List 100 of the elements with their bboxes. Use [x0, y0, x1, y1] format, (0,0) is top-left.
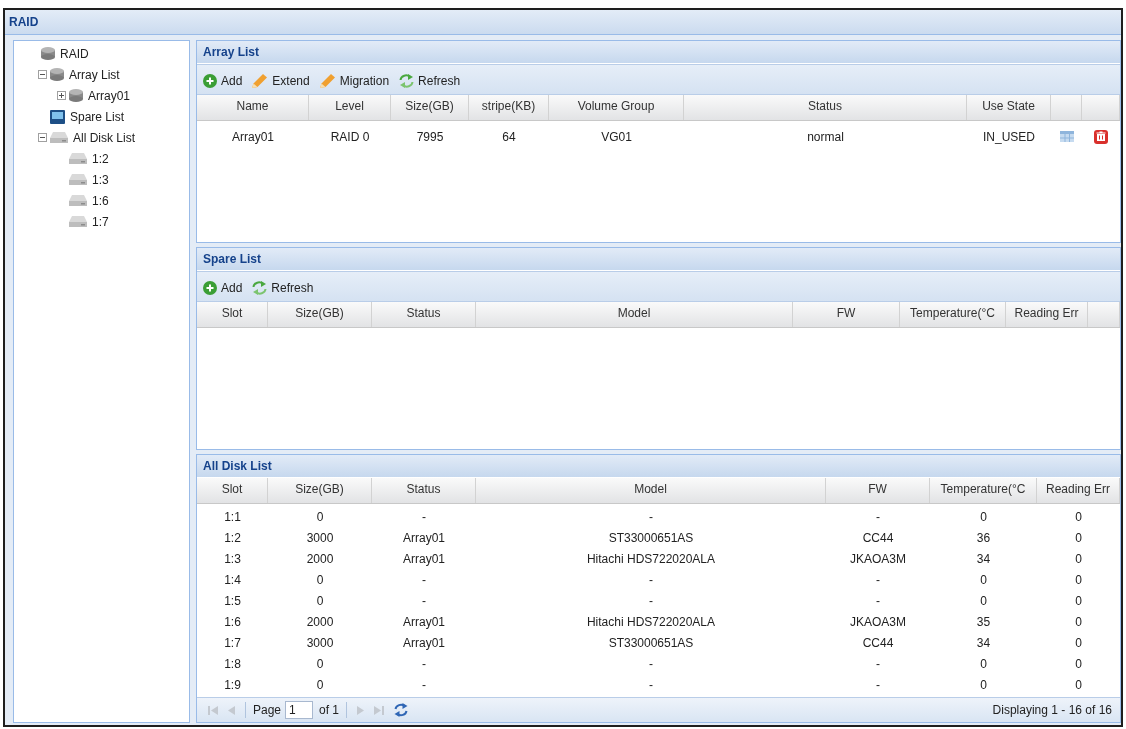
table-cell-text: 0 — [979, 592, 988, 610]
drive-icon — [69, 153, 87, 164]
table-cell-text: IN_USED — [982, 128, 1036, 146]
table-cell-text: - — [421, 508, 427, 526]
database-icon — [50, 68, 64, 81]
table-cell-text: JKAOA3M — [849, 613, 907, 631]
toolbar-button[interactable]: Migration — [319, 71, 390, 90]
tree-item[interactable]: 1:2 — [92, 149, 109, 168]
column-header[interactable]: stripe(KB) — [469, 95, 549, 120]
table-cell-text: CC44 — [861, 529, 895, 547]
drive-icon — [50, 132, 68, 143]
table-cell-text: - — [875, 571, 881, 589]
column-header[interactable]: FW — [793, 302, 900, 327]
drive-icon — [69, 216, 87, 227]
table-cell-text: 0 — [315, 508, 325, 526]
column-header[interactable]: Size(GB) — [268, 302, 372, 327]
table-cell-text: - — [648, 676, 654, 694]
tree-toggle-icon[interactable] — [38, 133, 47, 142]
table-cell-text: 0 — [315, 592, 325, 610]
table-cell-text: Array01 — [402, 634, 446, 652]
table-cell-text: normal — [806, 128, 845, 146]
table-cell-text: 34 — [975, 634, 992, 652]
table-cell-text: 1:9 — [223, 676, 242, 694]
table-cell-text: - — [648, 655, 654, 673]
table-cell-text: - — [875, 676, 881, 694]
column-header[interactable]: FW — [826, 478, 930, 503]
table-cell-text: 1:2 — [223, 529, 242, 547]
refresh-icon — [252, 280, 268, 295]
column-header[interactable]: Slot — [197, 302, 268, 327]
column-header[interactable]: Model — [476, 478, 826, 503]
table-cell-text: 0 — [315, 571, 325, 589]
column-header[interactable]: Name — [197, 95, 309, 120]
database-icon — [41, 47, 55, 60]
tree-toggle-icon[interactable] — [57, 91, 66, 100]
tree-item[interactable]: 1:3 — [92, 170, 109, 189]
table-cell-text: - — [421, 655, 427, 673]
column-header[interactable]: Volume Group — [549, 95, 684, 120]
column-header[interactable]: Model — [476, 302, 793, 327]
table-cell-text: 1:4 — [223, 571, 242, 589]
table-cell-text: - — [421, 571, 427, 589]
tree-item[interactable]: 1:6 — [92, 191, 109, 210]
tree-item[interactable]: Array01 — [88, 86, 131, 105]
table-cell-text: 35 — [975, 613, 992, 631]
column-header[interactable]: Temperature(°C — [930, 478, 1037, 503]
column-header[interactable]: Temperature(°C — [900, 302, 1006, 327]
table-cell-text: 64 — [501, 128, 517, 146]
table-cell-text: 0 — [1074, 634, 1083, 652]
caret-left-icon — [228, 705, 235, 715]
table-cell-text: 0 — [979, 571, 988, 589]
toolbar-button[interactable]: Add — [203, 71, 243, 90]
page-input[interactable]: 1 — [285, 701, 314, 719]
toolbar-button[interactable]: Refresh — [399, 71, 461, 90]
tree-item[interactable]: 1:7 — [92, 212, 109, 231]
table-cell-text: 3000 — [305, 634, 335, 652]
table-cell-text: - — [421, 592, 427, 610]
table-cell-text: 2000 — [305, 613, 335, 631]
column-header[interactable]: Size(GB) — [268, 478, 372, 503]
column-header[interactable]: Status — [372, 478, 476, 503]
column-header[interactable]: Reading Err — [1037, 478, 1120, 503]
add-icon — [203, 280, 217, 295]
table-cell-text: Array01 — [402, 613, 446, 631]
table-cell-text: 0 — [1074, 508, 1083, 526]
drive-icon — [69, 174, 87, 185]
skip-forward-icon — [374, 705, 385, 715]
table-cell-text: 0 — [1074, 655, 1083, 673]
page-label: Page — [253, 702, 282, 719]
toolbar-button[interactable]: Extend — [252, 71, 310, 90]
tree-item[interactable]: All Disk List — [73, 128, 135, 147]
column-header[interactable]: Slot — [197, 478, 268, 503]
toolbar-button[interactable]: Refresh — [252, 278, 314, 297]
column-header[interactable]: Status — [684, 95, 967, 120]
table-cell-text: - — [875, 592, 881, 610]
table-cell-text: RAID 0 — [329, 128, 371, 146]
tree-item[interactable]: Spare List — [70, 107, 125, 126]
tree-item[interactable]: Array List — [69, 65, 120, 84]
table-cell-text: 1:3 — [223, 550, 242, 568]
monitor-icon — [50, 109, 65, 124]
table-cell-text: 0 — [1074, 571, 1083, 589]
column-header[interactable]: Reading Err — [1006, 302, 1088, 327]
table-cell-text: ST33000651AS — [607, 529, 695, 547]
column-header[interactable]: Status — [372, 302, 476, 327]
column-header[interactable]: Size(GB) — [391, 95, 469, 120]
table-cell-text: VG01 — [600, 128, 633, 146]
refresh-icon — [394, 703, 409, 717]
column-header[interactable]: Use State — [967, 95, 1051, 120]
toolbar-button[interactable]: Add — [203, 278, 243, 297]
table-cell-text: - — [421, 676, 427, 694]
table-cell-text: Array01 — [402, 550, 446, 568]
tree-item[interactable]: RAID — [60, 44, 89, 63]
column-header[interactable]: Level — [309, 95, 391, 120]
table-cell-text: 1:1 — [223, 508, 242, 526]
table-cell-text: Array01 — [231, 128, 275, 146]
panel-title: All Disk List — [197, 455, 1120, 477]
table-cell-text: 0 — [1074, 613, 1083, 631]
table-cell-text: ST33000651AS — [607, 634, 695, 652]
delete-icon[interactable] — [1094, 129, 1108, 144]
table-cell-text: 7995 — [415, 128, 445, 146]
pager-info: Displaying 1 - 16 of 16 — [992, 702, 1112, 719]
tree-toggle-icon[interactable] — [38, 70, 47, 79]
table-cell-text: 0 — [1074, 592, 1083, 610]
